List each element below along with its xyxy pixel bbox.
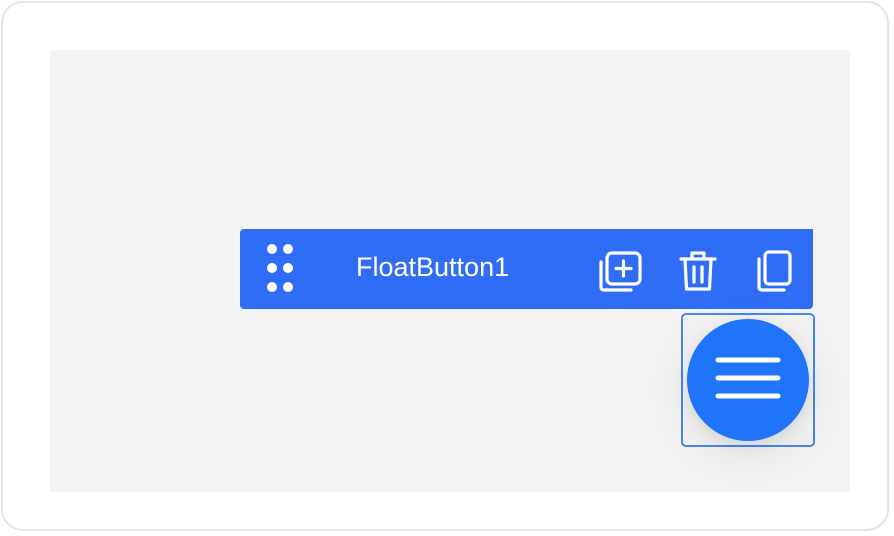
- selection-outline: [681, 313, 815, 447]
- component-toolbar: FloatButton1: [240, 229, 813, 309]
- delete-button[interactable]: [674, 247, 722, 295]
- duplicate-button[interactable]: [750, 247, 798, 295]
- add-copy-button[interactable]: [596, 247, 644, 295]
- trash-icon: [678, 249, 718, 293]
- component-name: FloatButton1: [356, 252, 510, 282]
- drag-handle-icon[interactable]: [266, 242, 294, 296]
- add-copy-icon: [597, 250, 643, 292]
- duplicate-icon: [754, 249, 794, 293]
- float-button[interactable]: [687, 319, 809, 441]
- menu-icon: [715, 355, 781, 406]
